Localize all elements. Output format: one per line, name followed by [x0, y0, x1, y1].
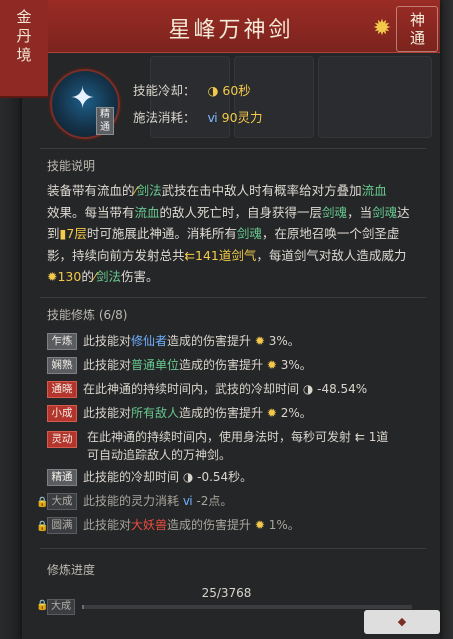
cooldown-label: 技能冷却：	[133, 83, 196, 98]
background-skill-slot	[318, 56, 432, 138]
power-icon: ✹	[251, 334, 269, 348]
practice-row-locked: 🔒 大成 此技能的灵力消耗 ⅵ -2点。	[36, 493, 233, 510]
progress-bar	[82, 605, 412, 609]
practice-row: 精通 此技能的冷却时间 ◑ -0.54秒。	[47, 468, 427, 486]
description-line: 装备带有流血的⁄剑法武技在击中敌人时有概率给对方叠加流血	[47, 183, 387, 198]
power-icon: ✹	[47, 269, 58, 284]
divider	[40, 548, 426, 549]
description-line: 到▮7层时可施展此神通。消耗所有剑魂，在原地召唤一个剑圣虚	[47, 226, 400, 241]
practice-tag: 娴熟	[47, 357, 77, 374]
divider	[40, 297, 426, 298]
cost-row: 施法消耗： ⅵ 90灵力	[133, 107, 263, 126]
progress-title: 修炼进度	[47, 563, 96, 577]
clock-icon: ◑	[207, 83, 219, 98]
description-line: 效果。每当带有流血的敌人死亡时，自身获得一层剑魂，当剑魂达	[47, 204, 410, 220]
lock-icon: 🔒	[36, 497, 49, 508]
practice-row: 娴熟 此技能对普通单位造成的伤害提升 ✹ 3%。	[47, 356, 427, 374]
mastery-tag: 精通	[96, 107, 114, 135]
divider	[40, 148, 426, 149]
practice-tag: 通晓	[47, 381, 77, 398]
progress-tag: 大成	[47, 599, 75, 615]
clock-icon: ◑	[179, 470, 198, 484]
realm-tab[interactable]: 金丹境	[0, 0, 48, 98]
watermark-logo: ◆	[364, 610, 440, 634]
background-right	[440, 0, 453, 639]
practice-tag: 圆满	[47, 517, 77, 534]
description-title: 技能说明	[47, 159, 96, 173]
ability-type-seal: 神通	[396, 6, 438, 52]
practice-row: 灵动 在此神通的持续时间内，使用身法时，每秒可发射 ⇇ 1道 可自动追踪敌人的万…	[47, 428, 427, 464]
practice-row: 通晓 在此神通的持续时间内，武技的冷却时间 ◑ -48.54%	[47, 380, 427, 398]
realm-label: 金丹境	[16, 8, 32, 64]
sword-qi-icon: ⇇	[184, 247, 195, 263]
practice-row: 小成 此技能对所有敌人造成的伤害提升 ✹ 2%。	[47, 404, 427, 422]
progress-value: 25/3768	[201, 586, 252, 600]
skill-description: 装备带有流血的⁄剑法武技在击中敌人时有概率给对方叠加流血 效果。每当带有流血的敌…	[47, 180, 427, 288]
lock-icon: 🔒	[36, 521, 49, 532]
practice-tag: 乍炼	[47, 333, 77, 350]
spirit-icon: ⅵ	[179, 494, 197, 508]
practice-tag: 灵动	[47, 431, 77, 448]
panel-header: 星峰万神剑 ✹ 神通	[22, 0, 440, 53]
cost-value: 90灵力	[221, 110, 263, 125]
star-icon: ✹	[372, 16, 392, 41]
sword-qi-icon: ⇇	[351, 430, 369, 444]
power-icon: ✹	[251, 518, 269, 532]
description-line: 影，持续向前方发射总共⇇141道剑气，每道剑气对敌人造成威力	[47, 247, 407, 263]
cooldown-row: 技能冷却： ◑ 60秒	[133, 80, 251, 99]
ability-type-label: 神通	[410, 11, 426, 47]
power-icon: ✹	[263, 358, 281, 372]
skill-icon: ✦ 精通	[50, 69, 120, 139]
sword-icon: ✦	[70, 81, 96, 116]
practice-tag: 精通	[47, 469, 77, 486]
description-line: ✹130的⁄剑法伤害。	[47, 269, 159, 284]
practice-tag: 小成	[47, 405, 77, 422]
clock-icon: ◑	[299, 382, 318, 396]
cooldown-value: 60秒	[222, 83, 251, 98]
cost-label: 施法消耗：	[133, 110, 196, 125]
practice-title: 技能修炼 (6/8)	[47, 308, 128, 322]
practice-row-locked: 🔒 圆满 此技能对大妖兽造成的伤害提升 ✹ 1%。	[36, 517, 300, 534]
practice-row: 乍炼 此技能对修仙者造成的伤害提升 ✹ 3%。	[47, 332, 427, 350]
practice-tag: 大成	[47, 493, 77, 510]
power-icon: ✹	[263, 406, 281, 420]
progress-fill	[82, 605, 85, 609]
spirit-icon: ⅵ	[207, 110, 218, 125]
